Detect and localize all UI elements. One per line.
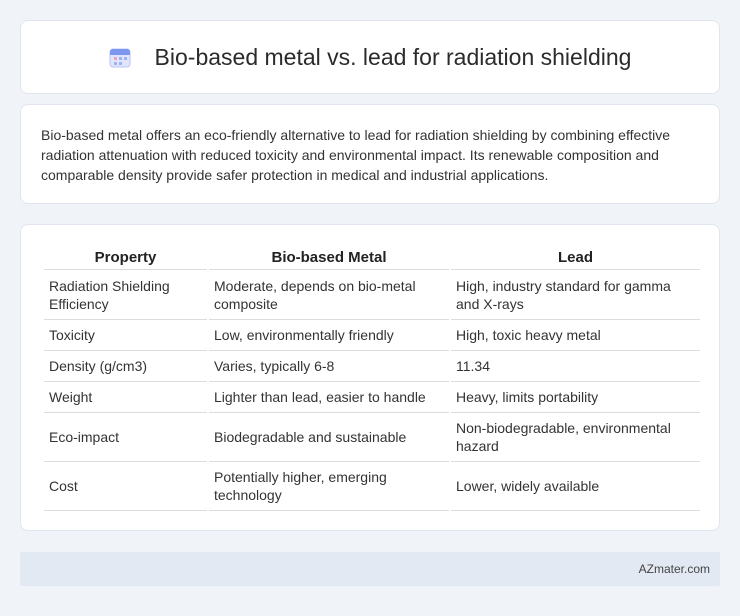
- table-row: Eco-impact Biodegradable and sustainable…: [44, 413, 700, 462]
- property-cell: Weight: [44, 382, 207, 413]
- table-row: Toxicity Low, environmentally friendly H…: [44, 320, 700, 351]
- property-cell: Eco-impact: [44, 413, 207, 462]
- bio-based-metal-cell: Varies, typically 6-8: [209, 351, 449, 382]
- table-row: Density (g/cm3) Varies, typically 6-8 11…: [44, 351, 700, 382]
- intro-card: Bio-based metal offers an eco-friendly a…: [20, 104, 720, 204]
- property-cell: Cost: [44, 462, 207, 511]
- footer: AZmater.com: [20, 552, 720, 586]
- column-header-lead: Lead: [451, 245, 700, 270]
- property-cell: Density (g/cm3): [44, 351, 207, 382]
- table-row: Weight Lighter than lead, easier to hand…: [44, 382, 700, 413]
- bio-based-metal-cell: Low, environmentally friendly: [209, 320, 449, 351]
- intro-text: Bio-based metal offers an eco-friendly a…: [41, 127, 671, 183]
- table-row: Cost Potentially higher, emerging techno…: [44, 462, 700, 511]
- property-cell: Toxicity: [44, 320, 207, 351]
- title-card: Bio-based metal vs. lead for radiation s…: [20, 20, 720, 94]
- table-card: Property Bio-based Metal Lead Radiation …: [20, 224, 720, 531]
- page-title: Bio-based metal vs. lead for radiation s…: [154, 43, 632, 70]
- bio-based-metal-cell: Lighter than lead, easier to handle: [209, 382, 449, 413]
- lead-cell: Heavy, limits portability: [451, 382, 700, 413]
- bio-based-metal-cell: Moderate, depends on bio-metal composite: [209, 270, 449, 320]
- lead-cell: High, industry standard for gamma and X-…: [451, 270, 700, 320]
- lead-cell: 11.34: [451, 351, 700, 382]
- column-header-bio-based-metal: Bio-based Metal: [209, 245, 449, 270]
- table-row: Radiation Shielding Efficiency Moderate,…: [44, 270, 700, 320]
- calendar-icon: [109, 46, 131, 68]
- lead-cell: High, toxic heavy metal: [451, 320, 700, 351]
- bio-based-metal-cell: Biodegradable and sustainable: [209, 413, 449, 462]
- column-header-property: Property: [44, 245, 207, 270]
- property-cell: Radiation Shielding Efficiency: [44, 270, 207, 320]
- bio-based-metal-cell: Potentially higher, emerging technology: [209, 462, 449, 511]
- comparison-table: Property Bio-based Metal Lead Radiation …: [42, 245, 702, 511]
- footer-site-link[interactable]: AZmater.com: [639, 562, 710, 576]
- table-header-row: Property Bio-based Metal Lead: [44, 245, 700, 270]
- lead-cell: Lower, widely available: [451, 462, 700, 511]
- lead-cell: Non-biodegradable, environmental hazard: [451, 413, 700, 462]
